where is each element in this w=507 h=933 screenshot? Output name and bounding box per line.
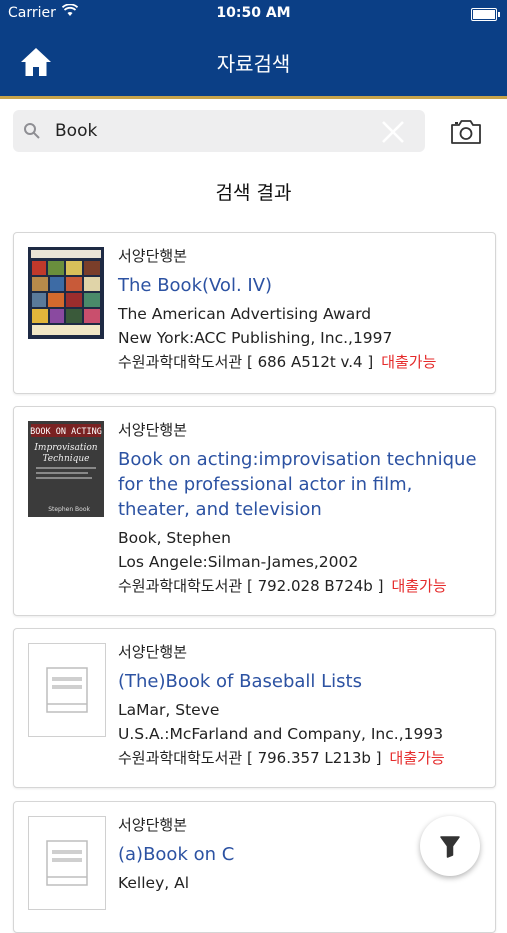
clock: 10:50 AM (216, 5, 291, 21)
book-author: Book, Stephen (118, 529, 231, 547)
camera-icon (451, 120, 481, 144)
result-card[interactable]: 서양단행본 (The)Book of Baseball Lists LaMar,… (13, 628, 496, 788)
availability-status: 대출가능 (391, 577, 447, 595)
book-cover-image (28, 247, 104, 339)
book-publisher: New York:ACC Publishing, Inc.,1997 (118, 329, 393, 347)
cover-title-line2: Technique (42, 454, 89, 464)
document-icon (46, 667, 88, 713)
book-title-link[interactable]: (The)Book of Baseball Lists (118, 669, 485, 694)
filter-button[interactable] (420, 816, 480, 876)
book-location: 수원과학대학도서관 [ 686 A512t v.4 ] 대출가능 (118, 350, 485, 374)
book-title-link[interactable]: The Book(Vol. IV) (118, 273, 485, 298)
funnel-icon (440, 836, 460, 858)
book-author: LaMar, Steve (118, 701, 220, 719)
cover-author-text: Stephen Book (48, 506, 90, 513)
search-icon (24, 123, 40, 139)
call-number: 수원과학대학도서관 [ 792.028 B724b ] (118, 577, 384, 595)
call-number: 수원과학대학도서관 [ 796.357 L213b ] (118, 749, 382, 767)
close-icon[interactable] (381, 120, 405, 144)
document-icon (46, 840, 88, 886)
result-card[interactable]: 서양단행본 The Book(Vol. IV) The American Adv… (13, 232, 496, 394)
search-field[interactable]: Book (13, 110, 425, 152)
book-publisher: U.S.A.:McFarland and Company, Inc.,1993 (118, 725, 444, 743)
status-bar: Carrier 10:50 AM (0, 0, 507, 28)
no-cover-placeholder (28, 643, 106, 737)
book-publisher: Los Angele:Silman-James,2002 (118, 553, 359, 571)
battery-icon (471, 8, 500, 21)
result-card[interactable]: BOOK ON ACTING Improvisation Technique S… (13, 406, 496, 616)
no-cover-placeholder (28, 816, 106, 910)
results-heading: 검색 결과 (215, 182, 292, 204)
search-input[interactable]: Book (55, 121, 97, 141)
book-author: The American Advertising Award (118, 305, 372, 323)
call-number: 수원과학대학도서관 [ 686 A512t v.4 ] (118, 353, 374, 371)
camera-button[interactable] (448, 116, 484, 148)
cover-title-line1: Improvisation (33, 443, 97, 453)
material-type: 서양단행본 (118, 247, 188, 265)
book-cover-image: BOOK ON ACTING Improvisation Technique S… (28, 421, 104, 517)
book-location: 수원과학대학도서관 [ 796.357 L213b ] 대출가능 (118, 746, 485, 770)
cover-series-text: BOOK ON ACTING (30, 427, 102, 437)
page-title: 자료검색 (216, 52, 291, 76)
nav-bar: 자료검색 (0, 28, 507, 96)
availability-status: 대출가능 (381, 353, 437, 371)
availability-status: 대출가능 (389, 749, 445, 767)
material-type: 서양단행본 (118, 643, 188, 661)
accent-divider (0, 96, 507, 99)
material-type: 서양단행본 (118, 421, 188, 439)
book-title-link[interactable]: Book on acting:improvisation technique f… (118, 447, 485, 522)
book-location: 수원과학대학도서관 [ 792.028 B724b ] 대출가능 (118, 574, 485, 598)
